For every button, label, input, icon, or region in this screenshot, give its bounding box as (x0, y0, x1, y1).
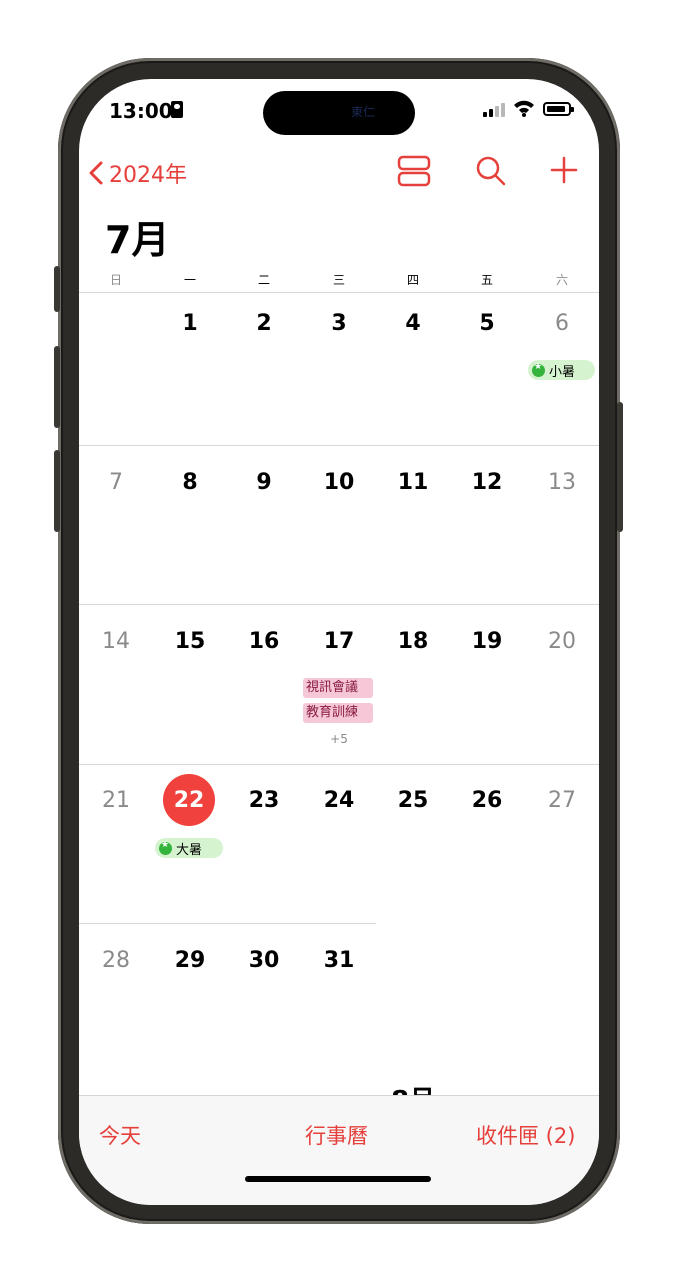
weekday-header: 日 一 二 三 四 五 六 (79, 271, 599, 291)
holiday-star-icon (159, 840, 172, 855)
day-cell[interactable]: 18 (376, 629, 450, 654)
day-cell[interactable]: 12 (450, 470, 524, 495)
day-cell[interactable]: 4 (376, 311, 450, 336)
holiday-badge[interactable]: 大暑 (155, 838, 223, 858)
day-cell[interactable]: 9 (227, 470, 301, 495)
week-divider (79, 604, 599, 605)
weekday-tue: 二 (257, 273, 270, 287)
event-training[interactable]: 教育訓練 (303, 703, 373, 723)
day-cell[interactable]: 14 (79, 629, 153, 654)
day-cell[interactable]: 26 (450, 788, 524, 813)
cellular-signal-icon (483, 103, 507, 117)
home-indicator[interactable] (245, 1176, 431, 1182)
action-button (54, 266, 60, 312)
holiday-star-icon (532, 362, 545, 377)
island-text: 東仁 (351, 105, 376, 119)
status-time: 13:00 (109, 99, 173, 123)
event-video-meeting[interactable]: 視訊會議 (303, 678, 373, 698)
day-cell[interactable]: 29 (153, 948, 227, 973)
phone-screen: 13:00 東仁 2024年 7月 日 一 二 三 四 五 六 1 2 3 4 … (79, 79, 599, 1205)
day-cell[interactable]: 21 (79, 788, 153, 813)
back-to-year-button[interactable]: 2024年 (89, 157, 187, 189)
search-icon[interactable] (475, 155, 507, 187)
back-label: 2024年 (109, 163, 187, 188)
day-cell-today[interactable]: 22 (164, 788, 214, 813)
day-cell[interactable]: 1 (153, 311, 227, 336)
day-cell[interactable]: 17 (302, 629, 376, 654)
day-cell[interactable]: 10 (302, 470, 376, 495)
weekday-thu: 四 (406, 273, 419, 287)
holiday-label: 大暑 (176, 842, 203, 858)
day-cell[interactable]: 19 (450, 629, 524, 654)
nav-bar: 2024年 (79, 149, 599, 193)
holiday-badge[interactable]: 小暑 (528, 360, 595, 380)
today-button[interactable]: 今天 (99, 1120, 141, 1150)
volume-down-button (54, 450, 60, 532)
id-card-icon (171, 101, 183, 118)
day-cell[interactable]: 7 (79, 470, 153, 495)
more-events-count[interactable]: +5 (302, 732, 376, 746)
day-cell[interactable]: 15 (153, 629, 227, 654)
day-cell[interactable]: 8 (153, 470, 227, 495)
calendar-list-icon[interactable] (397, 155, 431, 187)
dynamic-island: 東仁 (263, 91, 415, 135)
bottom-toolbar: 今天 行事曆 收件匣 (2) (79, 1095, 599, 1205)
week-divider (79, 445, 599, 446)
day-cell[interactable]: 16 (227, 629, 301, 654)
week-divider (79, 923, 376, 924)
weekday-fri: 五 (480, 273, 493, 287)
day-cell[interactable]: 3 (302, 311, 376, 336)
day-cell[interactable]: 2 (227, 311, 301, 336)
wifi-icon (514, 100, 534, 117)
add-icon[interactable] (549, 155, 579, 185)
weekday-mon: 一 (183, 273, 196, 287)
day-cell[interactable]: 30 (227, 948, 301, 973)
battery-icon (543, 102, 574, 116)
day-cell[interactable]: 31 (302, 948, 376, 973)
day-cell[interactable]: 11 (376, 470, 450, 495)
month-title: 7月 (105, 218, 170, 262)
volume-up-button (54, 346, 60, 428)
power-button (617, 402, 623, 532)
chevron-left-icon (89, 161, 103, 185)
day-cell[interactable]: 28 (79, 948, 153, 973)
day-cell[interactable]: 13 (525, 470, 599, 495)
day-cell[interactable]: 25 (376, 788, 450, 813)
day-cell[interactable]: 20 (525, 629, 599, 654)
calendars-button[interactable]: 行事曆 (305, 1120, 368, 1150)
status-bar: 13:00 東仁 (79, 79, 599, 141)
day-cell[interactable]: 27 (525, 788, 599, 813)
week-divider (79, 292, 599, 293)
holiday-label: 小暑 (549, 364, 576, 380)
inbox-button[interactable]: 收件匣 (2) (476, 1120, 575, 1150)
weekday-wed: 三 (332, 273, 345, 287)
week-divider (79, 764, 599, 765)
day-cell[interactable]: 5 (450, 311, 524, 336)
day-cell[interactable]: 6 (525, 311, 599, 336)
day-cell[interactable]: 24 (302, 788, 376, 813)
weekday-sun: 日 (109, 273, 122, 287)
day-cell[interactable]: 23 (227, 788, 301, 813)
weekday-sat: 六 (555, 273, 568, 287)
